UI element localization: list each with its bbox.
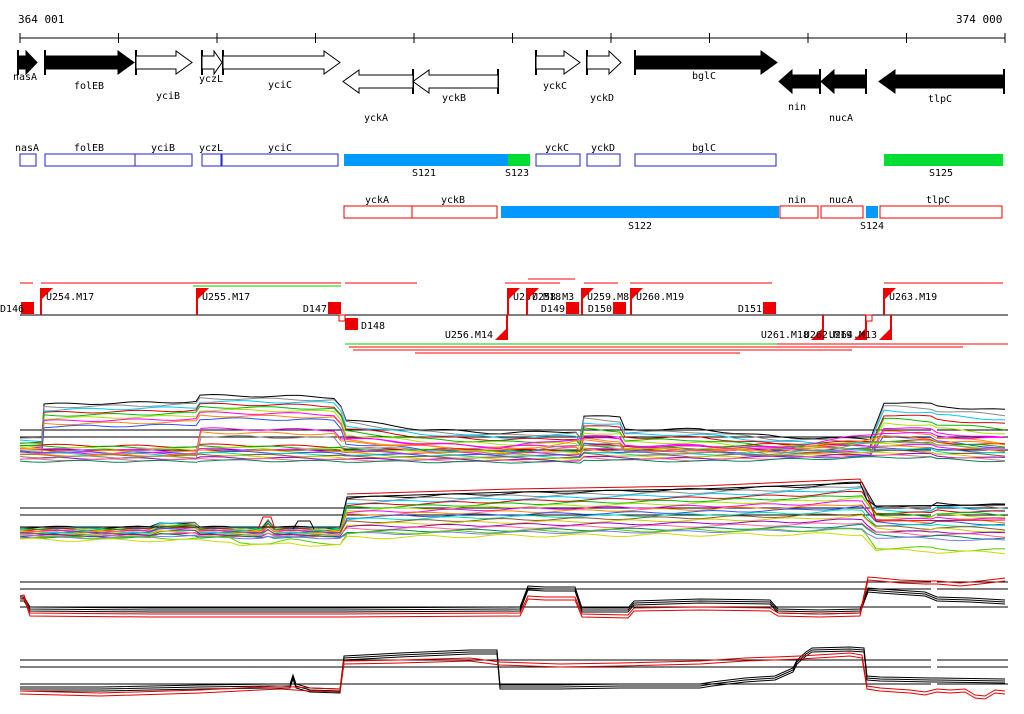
- gene-label-bglC: bglC: [692, 71, 716, 82]
- segment-label-yckB: yckB: [441, 195, 465, 206]
- expression-trace: [19, 532, 1006, 555]
- marker-flag-label-U260.M19: U260.M19: [636, 292, 684, 303]
- gene-arrow-folEB[interactable]: [44, 50, 135, 75]
- gene-label-yckB: yckB: [442, 93, 466, 104]
- segment-box-yckA[interactable]: [343, 205, 413, 219]
- marker-flag-label-U263.M19: U263.M19: [889, 292, 937, 303]
- gene-arrow-yciB[interactable]: [135, 50, 193, 75]
- marker-flag-U256.M14[interactable]: [495, 328, 507, 340]
- marker-box-D149[interactable]: [566, 302, 579, 314]
- gene-arrow-nin[interactable]: [778, 68, 821, 95]
- segment-label-nucA: nucA: [829, 195, 853, 206]
- segment-bar-S123[interactable]: [508, 154, 530, 166]
- segment-label-nin: nin: [788, 195, 806, 206]
- gene-label-yciC: yciC: [268, 80, 292, 91]
- marker-box-label-D150: D150: [588, 304, 612, 315]
- segment-box-tlpC[interactable]: [879, 205, 1003, 219]
- gene-arrow-nasA[interactable]: [17, 49, 38, 76]
- segment-label-tlpC: tlpC: [926, 195, 950, 206]
- gene-label-yckA: yckA: [364, 113, 388, 124]
- expression-trace: [20, 646, 1006, 690]
- marker-flag-label-U259.M8: U259.M8: [587, 292, 629, 303]
- gene-arrow-yckA[interactable]: [342, 69, 414, 94]
- segment-label-S125: S125: [929, 168, 953, 179]
- gene-label-yckC: yckC: [543, 81, 567, 92]
- segment-label-S124: S124: [860, 221, 884, 232]
- expression-trace: [20, 585, 1006, 611]
- gene-label-tlpC: tlpC: [928, 94, 952, 105]
- marker-flag-label-U258.M3: U258.M3: [532, 292, 574, 303]
- marker-flag-label-U261.M18: U261.M18: [761, 330, 809, 341]
- genome-browser-view: 364 001 374 000 nasA folEB yciB yczL yciC yck…: [0, 0, 1024, 714]
- segment-box-nin[interactable]: [779, 205, 819, 219]
- segment-label-folEB: folEB: [74, 143, 104, 154]
- marker-box-D148[interactable]: [345, 318, 358, 330]
- segment-label-bglC: bglC: [692, 143, 716, 154]
- expression-trace: [19, 393, 1006, 441]
- segment-bar-S125[interactable]: [884, 154, 1003, 166]
- marker-box-D151[interactable]: [763, 302, 776, 314]
- segment-label-yckA: yckA: [365, 195, 389, 206]
- gene-arrow-yckC[interactable]: [535, 50, 581, 75]
- segment-label-nasA: nasA: [15, 143, 39, 154]
- gene-label-yciB: yciB: [156, 91, 180, 102]
- gene-arrow-yciC[interactable]: [222, 50, 341, 75]
- gene-arrow-yckD[interactable]: [586, 49, 622, 76]
- segment-box-nasA[interactable]: [19, 153, 37, 167]
- marker-box-label-D148: D148: [361, 321, 385, 332]
- marker-flag-label-U255.M17: U255.M17: [202, 292, 250, 303]
- segment-box-yciB[interactable]: [134, 153, 193, 167]
- segment-label-yckD: yckD: [591, 143, 615, 154]
- marker-box-D147[interactable]: [328, 302, 341, 314]
- segment-box-bglC[interactable]: [634, 153, 777, 167]
- gene-label-nasA: nasA: [13, 72, 37, 83]
- segment-box-yckC[interactable]: [535, 153, 581, 167]
- gene-label-yckD: yckD: [590, 93, 614, 104]
- marker-box-label-D146: D146: [0, 304, 24, 315]
- segment-box-nucA[interactable]: [820, 205, 864, 219]
- gene-arrow-nucA[interactable]: [820, 68, 867, 95]
- marker-flag-label-U264.M13: U264.M13: [829, 330, 877, 341]
- segment-label-S121: S121: [412, 168, 436, 179]
- marker-notch: [865, 314, 873, 322]
- segment-box-folEB[interactable]: [44, 153, 136, 167]
- marker-box-D150[interactable]: [613, 302, 626, 314]
- marker-box-label-D151: D151: [738, 304, 762, 315]
- marker-notch: [338, 314, 346, 322]
- gene-label-folEB: folEB: [74, 81, 104, 92]
- marker-flag-U264.M13[interactable]: [879, 328, 891, 340]
- segment-box-yckB[interactable]: [411, 205, 498, 219]
- gene-label-nucA: nucA: [829, 113, 853, 124]
- genome-plot-canvas: nasA folEB yciB yczL yciC yckA yckB yckC yckD bgl…: [0, 33, 1008, 700]
- gene-arrow-yczL[interactable]: [201, 49, 223, 76]
- marker-box-label-D147: D147: [303, 304, 327, 315]
- gene-arrow-yckB[interactable]: [412, 69, 499, 94]
- segment-label-S123: S123: [505, 168, 529, 179]
- segment-box-yciC[interactable]: [221, 153, 339, 167]
- marker-flag-label-U254.M17: U254.M17: [46, 292, 94, 303]
- segment-label-yciB: yciB: [151, 143, 175, 154]
- segment-label-yczL: yczL: [199, 143, 223, 154]
- segment-bar-S122[interactable]: [501, 206, 779, 218]
- segment-label-yckC: yckC: [545, 143, 569, 154]
- marker-flag-label-U256.M14: U256.M14: [445, 330, 493, 341]
- segment-bar-S124[interactable]: [866, 206, 878, 218]
- gene-arrow-tlpC[interactable]: [878, 69, 1005, 94]
- gene-label-nin: nin: [788, 102, 806, 113]
- marker-box-label-D149: D149: [541, 304, 565, 315]
- segment-box-yczL[interactable]: [201, 153, 222, 167]
- segment-bar-S121[interactable]: [344, 154, 508, 166]
- segment-label-yciC: yciC: [268, 143, 292, 154]
- segment-label-S122: S122: [628, 221, 652, 232]
- gene-label-yczL: yczL: [199, 74, 223, 85]
- segment-box-yckD[interactable]: [586, 153, 621, 167]
